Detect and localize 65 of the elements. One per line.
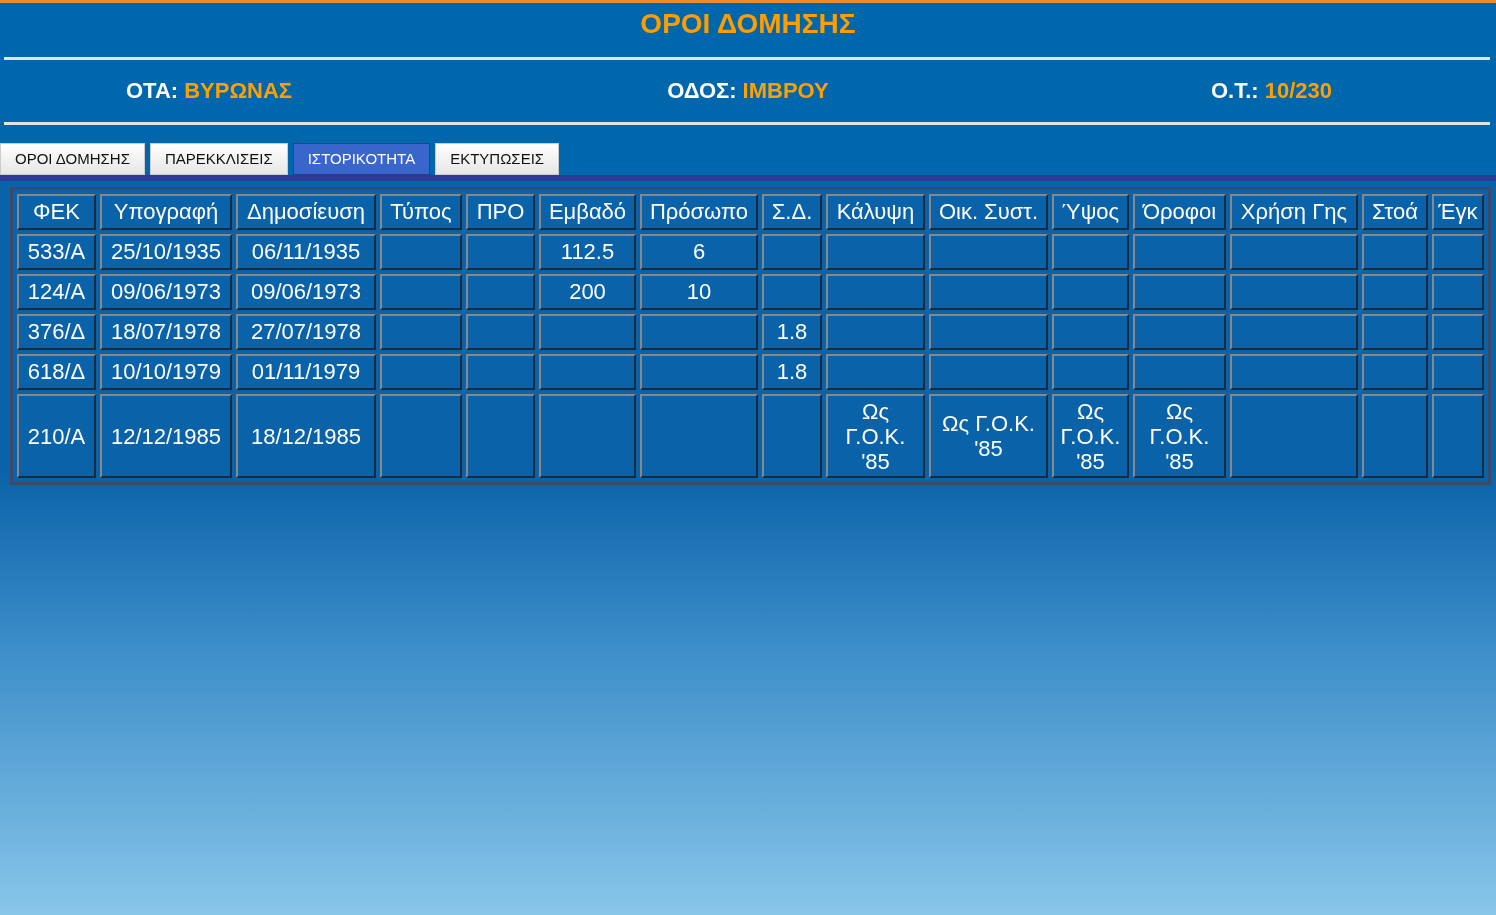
column-header: Ύψος — [1052, 194, 1129, 230]
table-cell: Ως Γ.Ο.Κ. '85 — [826, 394, 925, 478]
table-cell — [1362, 234, 1428, 270]
table-cell — [1362, 354, 1428, 390]
column-header: Σ.Δ. — [762, 194, 822, 230]
table-cell: 618/Δ — [17, 354, 96, 390]
column-header: Υπογραφή — [100, 194, 232, 230]
table-cell: 1.8 — [762, 314, 822, 350]
field-label: ΟΔΟΣ: — [667, 78, 737, 104]
field-label: ΟΤΑ: — [126, 78, 179, 104]
table-cell: Ως Γ.Ο.Κ. '85 — [1052, 394, 1129, 478]
tab[interactable]: ΟΡΟΙ ΔΟΜΗΣΗΣ — [0, 143, 145, 175]
table-cell — [762, 274, 822, 310]
table-cell: 112.5 — [539, 234, 636, 270]
table-cell: 533/Α — [17, 234, 96, 270]
table-cell: 124/Α — [17, 274, 96, 310]
tab[interactable]: ΠΑΡΕΚΚΛΙΣΕΙΣ — [149, 143, 288, 175]
table-cell: 10/10/1979 — [100, 354, 232, 390]
table-cell: 6 — [640, 234, 758, 270]
table-cell: 09/06/1973 — [100, 274, 232, 310]
table-cell: 376/Δ — [17, 314, 96, 350]
column-header: Χρήση Γης — [1230, 194, 1358, 230]
table-cell: 200 — [539, 274, 636, 310]
field-value: ΙΜΒΡΟΥ — [742, 78, 829, 104]
table-cell — [466, 274, 535, 310]
table-cell: 12/12/1985 — [100, 394, 232, 478]
table-cell — [1432, 314, 1484, 350]
column-header: Εμβαδό — [539, 194, 636, 230]
column-header: Οικ. Συστ. — [929, 194, 1048, 230]
column-header: Κάλυψη — [826, 194, 925, 230]
column-header: Δημοσίευση — [236, 194, 376, 230]
column-header: ΠΡΟ — [466, 194, 535, 230]
column-header: Στοά — [1362, 194, 1428, 230]
table-cell: 10 — [640, 274, 758, 310]
table-cell: 09/06/1973 — [236, 274, 376, 310]
table-cell: Ως Γ.Ο.Κ. '85 — [929, 394, 1048, 478]
column-header: Πρόσωπο — [640, 194, 758, 230]
table-cell — [1362, 314, 1428, 350]
column-header: Όροφοι — [1133, 194, 1226, 230]
table-cell: 01/11/1979 — [236, 354, 376, 390]
table-cell — [466, 234, 535, 270]
tab[interactable]: ΙΣΤΟΡΙΚΟΤΗΤΑ — [292, 143, 431, 175]
field-value: 10/230 — [1264, 78, 1332, 104]
column-header: Έγκ — [1432, 194, 1484, 230]
field-value: ΒΥΡΩΝΑΣ — [184, 78, 292, 104]
table-cell — [466, 314, 535, 350]
table-cell — [1362, 274, 1428, 310]
table-cell: 25/10/1935 — [100, 234, 232, 270]
table-cell: 18/07/1978 — [100, 314, 232, 350]
table-cell — [762, 234, 822, 270]
table-cell: 1.8 — [762, 354, 822, 390]
page-title: ΟΡΟΙ ΔΟΜΗΣΗΣ — [639, 7, 857, 41]
column-header: ΦΕΚ — [17, 194, 96, 230]
table-cell: Ως Γ.Ο.Κ. '85 — [1133, 394, 1226, 478]
table-cell: 06/11/1935 — [236, 234, 376, 270]
column-header: Τύπος — [380, 194, 462, 230]
table-cell — [1432, 354, 1484, 390]
table-cell: 210/Α — [17, 394, 96, 478]
table-cell: 27/07/1978 — [236, 314, 376, 350]
tab[interactable]: ΕΚΤΥΠΩΣΕΙΣ — [435, 143, 560, 175]
table-cell — [1432, 234, 1484, 270]
table-cell — [466, 354, 535, 390]
field-label: Ο.Τ.: — [1211, 78, 1259, 104]
table-cell — [1432, 274, 1484, 310]
table-cell: 18/12/1985 — [236, 394, 376, 478]
